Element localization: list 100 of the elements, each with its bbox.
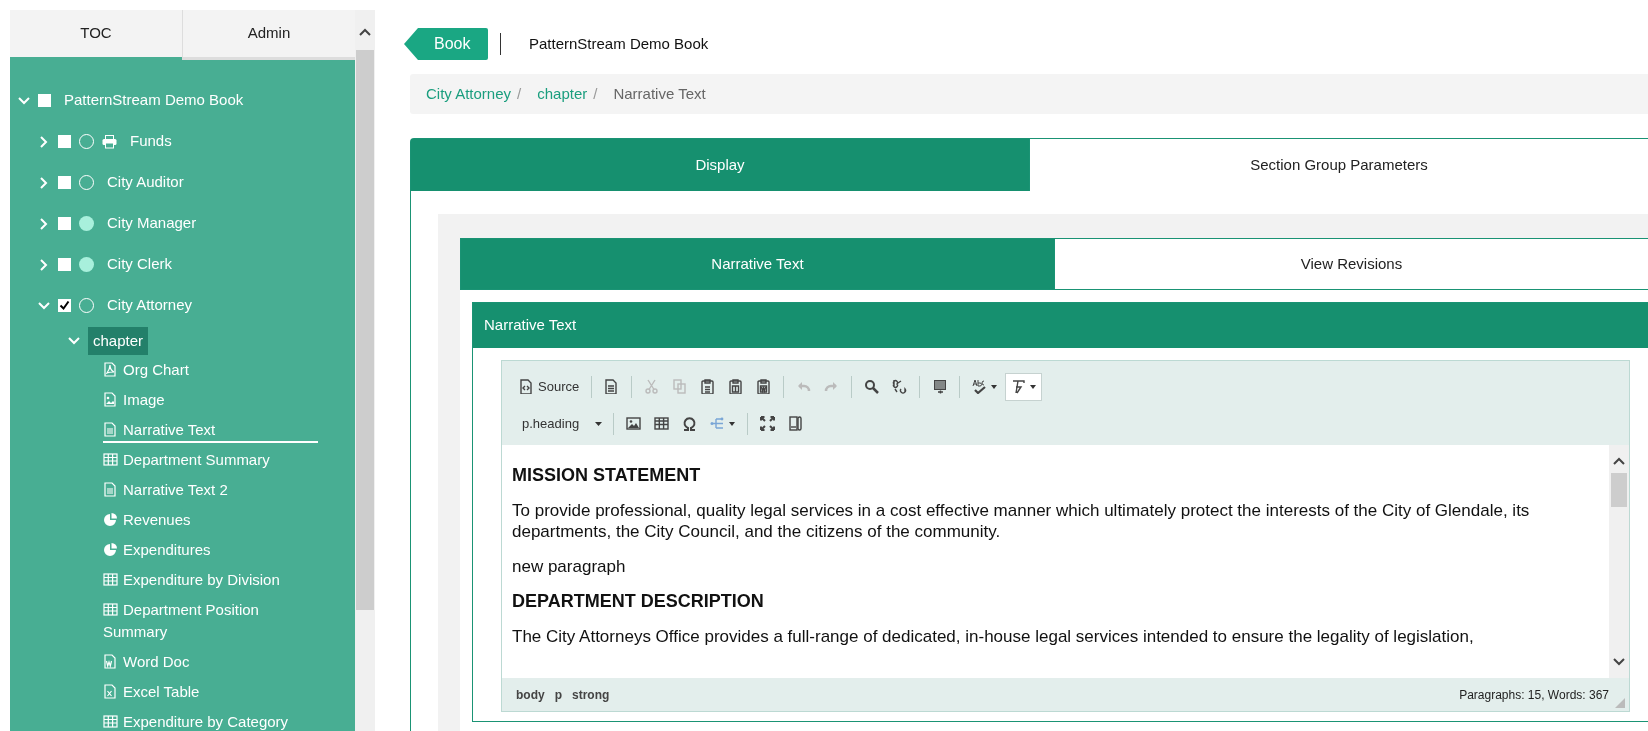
scroll-down-icon[interactable] (1613, 658, 1625, 666)
pdf-file-icon (103, 362, 118, 377)
checkbox[interactable] (58, 217, 71, 230)
spellcheck-icon (972, 379, 988, 394)
checkbox[interactable] (58, 176, 71, 189)
element-path-item[interactable]: body (516, 685, 545, 704)
caret-icon (991, 384, 998, 389)
tree-item[interactable]: Image (103, 389, 318, 413)
chevron-down-icon[interactable] (38, 299, 50, 312)
section-heading: MISSION STATEMENT (512, 465, 702, 486)
breadcrumb-link[interactable]: chapter (537, 82, 588, 106)
printer-icon (102, 134, 117, 149)
word-file-icon (103, 654, 118, 669)
show-blocks-icon (788, 416, 803, 431)
scroll-thumb[interactable] (356, 50, 374, 610)
pie-chart-icon (103, 512, 118, 527)
section-heading: DEPARTMENT DESCRIPTION (512, 591, 765, 612)
chevron-right-icon[interactable] (38, 176, 50, 189)
tree-item[interactable]: Revenues (103, 509, 318, 533)
image-file-icon (103, 392, 118, 407)
scissors-icon (644, 379, 660, 394)
caret-icon (595, 421, 602, 426)
breadcrumb-separator: / (593, 83, 598, 104)
source-icon (519, 379, 534, 394)
outline-tree-icon (710, 416, 725, 431)
scroll-up-icon[interactable] (1613, 457, 1625, 465)
format-select[interactable]: p.heading (514, 409, 606, 438)
book-title: PatternStream Demo Book (529, 33, 709, 54)
document-icon (103, 482, 118, 497)
scrollbar[interactable] (1609, 445, 1629, 678)
format-icon (1011, 379, 1027, 394)
tree-item[interactable]: City Attorney (102, 291, 198, 320)
pie-chart-icon (103, 542, 118, 557)
word-count: Paragraphs: 15, Words: 367 (1459, 686, 1609, 704)
tree-item[interactable]: chapter (88, 327, 149, 355)
omega-icon (682, 416, 697, 431)
element-path-item[interactable]: strong (572, 685, 610, 704)
clipboard-word-icon (756, 379, 772, 394)
tab[interactable]: Narrative Text (461, 239, 1054, 289)
chevron-down-icon[interactable] (68, 335, 80, 347)
tree-item[interactable]: Excel Table (103, 681, 318, 705)
tree-item[interactable]: Org Chart (103, 359, 318, 383)
table-icon (103, 572, 118, 587)
tree-item[interactable]: Narrative Text 2 (103, 479, 318, 503)
tree-item[interactable]: PatternStream Demo Book (59, 86, 249, 115)
tree-item[interactable]: Expenditure by Division (103, 569, 318, 593)
document-icon (604, 379, 620, 394)
table-icon (103, 452, 118, 467)
checkbox[interactable] (38, 94, 51, 107)
chevron-right-icon[interactable] (38, 135, 50, 148)
tree-item[interactable]: Expenditure by Category (103, 711, 318, 731)
caret-icon (729, 421, 735, 426)
tree-item[interactable]: Department Summary (103, 449, 318, 473)
copy-icon (672, 379, 688, 394)
checkbox[interactable] (58, 258, 71, 271)
table-icon (654, 416, 669, 431)
tree-item[interactable]: Narrative Text (103, 419, 318, 443)
checkmark-icon (59, 300, 70, 311)
tree-item[interactable]: City Auditor (102, 168, 189, 197)
panel-header: Narrative Text (473, 303, 1648, 348)
paragraph: The City Attorneys Office provides a full-range of dedicated, in-house legal services intended to ensure the legality of legislation, (512, 626, 1475, 647)
breadcrumb-link[interactable]: City Attorney (426, 82, 512, 106)
tab[interactable]: View Revisions (1054, 239, 1648, 289)
caret-icon (1030, 384, 1037, 389)
tree-item[interactable]: Department Position Summary (103, 599, 318, 645)
clipboard-text-icon (728, 379, 744, 394)
excel-file-icon (103, 684, 118, 699)
checkbox[interactable] (58, 135, 71, 148)
chevron-right-icon[interactable] (38, 258, 50, 271)
source-button[interactable]: Source (514, 372, 585, 401)
breadcrumb-separator: / (517, 83, 522, 104)
tab[interactable]: Display (411, 139, 1029, 191)
redo-icon (824, 379, 840, 394)
paragraph: new paragraph (512, 556, 627, 577)
scroll-thumb[interactable] (1611, 473, 1627, 507)
paragraph: To provide professional, quality legal services in a cost effective manner which ultimately protect the interests of the City of Glendale, its departments, the City Council, and the citizens of the community. (512, 500, 1531, 542)
tree-item[interactable]: Expenditures (103, 539, 318, 563)
tree-item[interactable]: Word Doc (103, 651, 318, 675)
sidebar-tab[interactable]: TOC (10, 10, 182, 60)
element-path-item[interactable]: p (554, 685, 562, 704)
search-icon (864, 379, 880, 394)
document-icon (103, 422, 118, 437)
book-tag[interactable]: Book (404, 28, 488, 60)
tree-item[interactable]: City Clerk (102, 250, 177, 279)
image-icon (626, 416, 641, 431)
chevron-down-icon[interactable] (18, 94, 30, 107)
sidebar-tab[interactable]: Admin (182, 10, 355, 60)
checkbox[interactable] (58, 299, 71, 312)
scroll-up-icon[interactable] (359, 28, 371, 36)
table-icon (103, 602, 118, 617)
toolbar-button[interactable] (1005, 372, 1043, 401)
clipboard-icon (700, 379, 716, 394)
scrollbar[interactable] (355, 10, 375, 731)
resize-grip-icon[interactable] (1615, 698, 1625, 708)
maximize-icon (760, 416, 775, 431)
tree-item[interactable]: Funds (125, 127, 177, 156)
tree-item[interactable]: City Manager (102, 209, 202, 238)
breadcrumb-current: Narrative Text (613, 83, 706, 104)
table-icon (103, 714, 118, 729)
chevron-right-icon[interactable] (38, 217, 50, 230)
